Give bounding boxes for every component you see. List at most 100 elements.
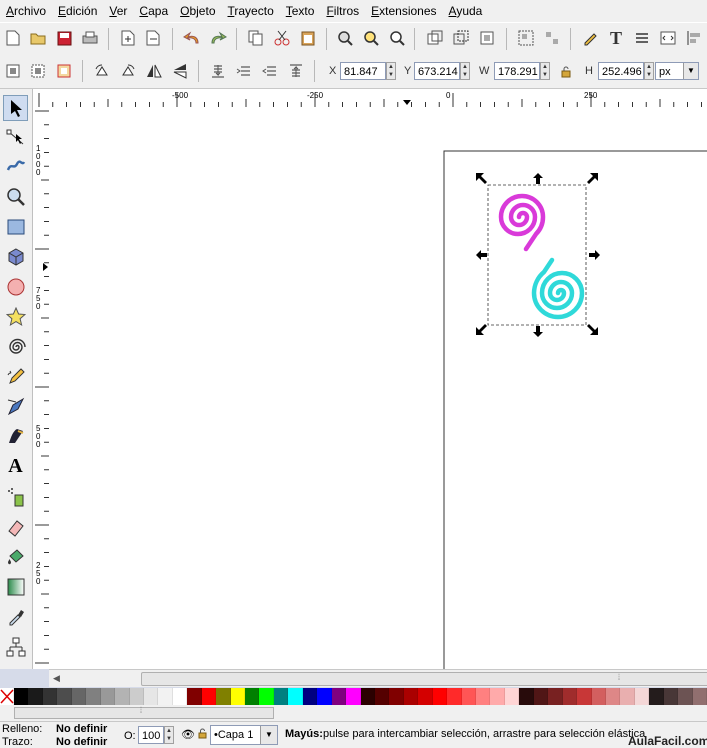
palette-swatch[interactable] [490, 688, 505, 705]
save-icon[interactable] [54, 28, 74, 48]
palette-swatch[interactable] [172, 688, 188, 705]
flip-horizontal-icon[interactable] [144, 61, 164, 81]
paste-icon[interactable] [298, 28, 318, 48]
palette-swatch[interactable] [577, 688, 592, 705]
pen-tool-icon[interactable] [3, 394, 28, 420]
palette-swatch[interactable] [14, 688, 29, 705]
handle-bottom[interactable] [533, 326, 543, 337]
chevron-down-icon[interactable]: ▼ [683, 63, 698, 79]
opacity-spinner[interactable]: ▲ ▼ [164, 726, 174, 744]
handle-bottom-right[interactable] [587, 324, 598, 335]
zoom-drawing-icon[interactable] [361, 28, 381, 48]
duplicate-icon[interactable] [425, 28, 445, 48]
palette-swatch[interactable] [389, 688, 404, 705]
menu-objeto[interactable]: Objeto [174, 0, 221, 22]
selector-tool-icon[interactable] [3, 95, 28, 121]
x-field[interactable]: 81.847 [340, 62, 386, 80]
handle-top-left[interactable] [476, 173, 487, 184]
lower-icon[interactable] [234, 61, 254, 81]
gradient-tool-icon[interactable] [3, 574, 28, 600]
palette-swatch[interactable] [533, 688, 549, 705]
transform-handles[interactable] [476, 173, 600, 337]
menu-texto[interactable]: Texto [280, 0, 321, 22]
w-field[interactable]: 178.291 [494, 62, 540, 80]
preferences-icon[interactable] [658, 28, 678, 48]
zoom-selection-icon[interactable] [335, 28, 355, 48]
3d-box-tool-icon[interactable] [3, 244, 28, 270]
menu-edicion[interactable]: Edición [52, 0, 103, 22]
lower-to-bottom-icon[interactable] [208, 61, 228, 81]
palette-swatch[interactable] [360, 688, 375, 705]
menu-capa[interactable]: Capa [133, 0, 174, 22]
menu-ver[interactable]: Ver [103, 0, 133, 22]
text-tool-icon[interactable]: A [3, 453, 28, 479]
align-distribute-icon[interactable] [684, 28, 704, 48]
scrollbar-thumb[interactable]: ⦙ [141, 672, 707, 686]
eye-icon[interactable]: 👁 [181, 728, 195, 741]
palette-swatch[interactable] [649, 688, 664, 705]
unlink-clone-icon[interactable] [477, 28, 497, 48]
open-folder-icon[interactable] [28, 28, 48, 48]
horizontal-scrollbar[interactable]: ◀ ⦙ [49, 669, 707, 687]
copy-icon[interactable] [246, 28, 266, 48]
palette-swatch[interactable] [476, 688, 491, 705]
new-document-icon[interactable] [3, 28, 23, 48]
palette-swatch[interactable] [620, 688, 635, 705]
palette-swatch[interactable] [201, 688, 217, 705]
x-spinner[interactable]: ▲ ▼ [386, 62, 396, 80]
palette-scrollbar[interactable]: ⦙ [0, 705, 707, 721]
palette-swatch[interactable] [461, 688, 476, 705]
group-icon[interactable] [516, 28, 536, 48]
palette-swatch[interactable] [143, 688, 159, 705]
palette-swatch[interactable] [663, 688, 679, 705]
connector-tool-icon[interactable] [3, 634, 28, 660]
palette-swatch[interactable] [346, 688, 361, 705]
scroll-left-icon[interactable]: ◀ [53, 673, 60, 684]
palette-swatch[interactable] [86, 688, 101, 705]
menu-filtros[interactable]: Filtros [320, 0, 365, 22]
palette-swatch[interactable] [302, 688, 318, 705]
palette-swatch[interactable] [418, 688, 433, 705]
spray-tool-icon[interactable] [3, 484, 28, 510]
raise-to-top-icon[interactable] [286, 61, 306, 81]
ungroup-icon[interactable] [542, 28, 562, 48]
handle-left[interactable] [476, 250, 487, 260]
menu-trayecto[interactable]: Trayecto [222, 0, 280, 22]
palette-swatch[interactable] [331, 688, 347, 705]
layer-lock-icon[interactable] [198, 728, 207, 742]
palette-swatch[interactable] [230, 688, 245, 705]
h-field[interactable]: 252.496 [598, 62, 644, 80]
clone-icon[interactable] [451, 28, 471, 48]
paint-bucket-tool-icon[interactable] [3, 544, 28, 570]
stroke-value[interactable]: No definir [56, 736, 107, 748]
chevron-down-icon[interactable]: ▼ [260, 726, 277, 744]
palette-swatch[interactable] [158, 688, 173, 705]
palette-swatch[interactable] [447, 688, 462, 705]
palette-swatch[interactable] [259, 688, 274, 705]
palette-swatch[interactable] [216, 688, 231, 705]
palette-swatch[interactable] [634, 688, 650, 705]
palette-swatch[interactable] [129, 688, 144, 705]
y-field[interactable]: 673.214 [414, 62, 460, 80]
palette-swatch[interactable] [548, 688, 563, 705]
palette-swatch[interactable] [71, 688, 87, 705]
flip-vertical-icon[interactable] [170, 61, 190, 81]
palette-swatch[interactable] [519, 688, 534, 705]
select-all-icon[interactable] [3, 61, 23, 81]
palette-scrollbar-thumb[interactable]: ⦙ [14, 705, 274, 719]
tweak-tool-icon[interactable] [3, 153, 28, 179]
y-spinner[interactable]: ▲ ▼ [460, 62, 470, 80]
palette-swatch[interactable] [42, 688, 58, 705]
palette-swatch[interactable] [187, 688, 202, 705]
palette-swatch[interactable] [245, 688, 260, 705]
handle-right[interactable] [589, 250, 600, 260]
palette-swatch[interactable] [678, 688, 693, 705]
rectangle-tool-icon[interactable] [3, 214, 28, 240]
w-spinner[interactable]: ▲ ▼ [540, 62, 550, 80]
raise-icon[interactable] [260, 61, 280, 81]
star-tool-icon[interactable] [3, 304, 28, 330]
eraser-tool-icon[interactable] [3, 514, 28, 540]
cut-icon[interactable] [272, 28, 292, 48]
palette-swatch[interactable] [273, 688, 289, 705]
select-all-layers-icon[interactable] [28, 61, 48, 81]
